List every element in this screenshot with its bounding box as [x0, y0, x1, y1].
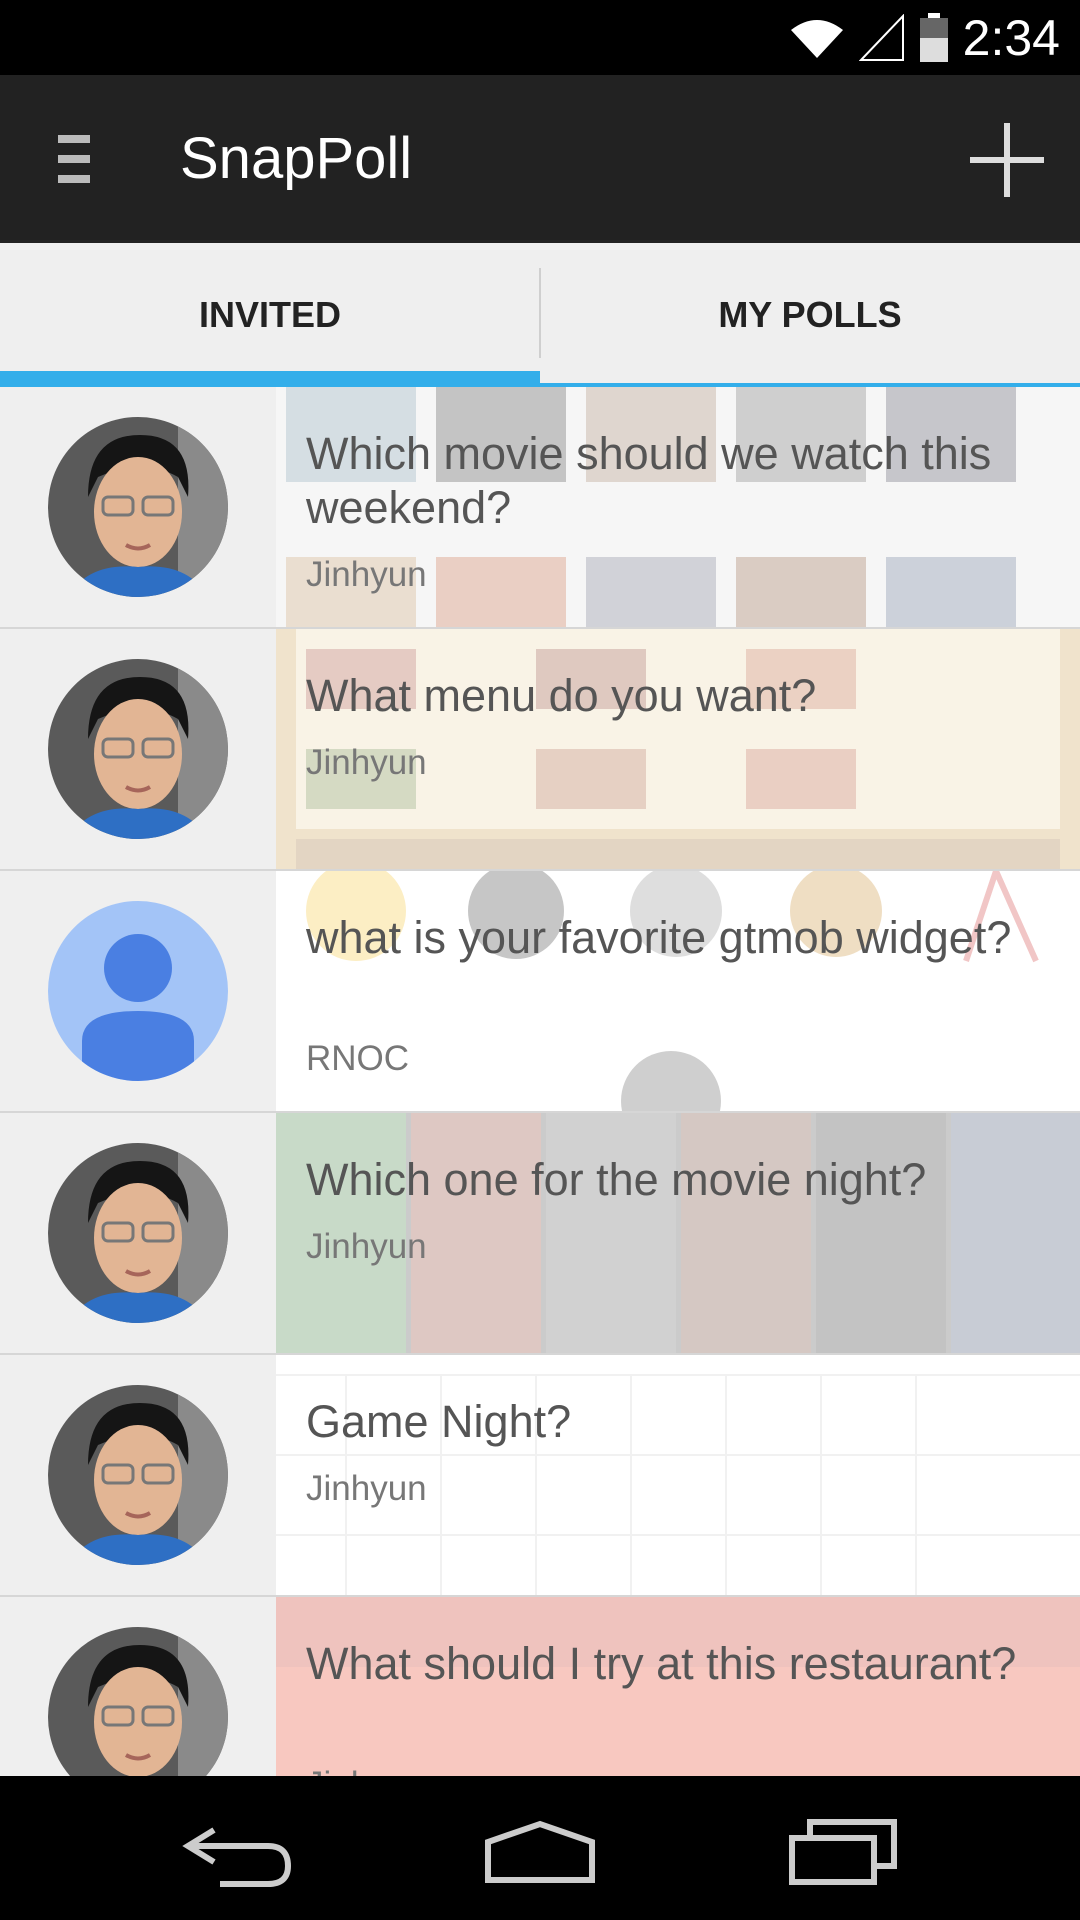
add-icon[interactable] [970, 123, 1044, 197]
poll-question: Game Night? [306, 1396, 572, 1447]
poll-question: what is your favorite gtmob widget? [306, 912, 1012, 963]
status-bar: 2:34 [0, 0, 1080, 75]
avatar [48, 659, 228, 839]
navigation-bar [0, 1776, 1080, 1920]
tab-my-polls[interactable]: MY POLLS [540, 243, 1080, 387]
poll-item[interactable]: What menu do you want? Jinhyun [0, 629, 1080, 871]
recents-icon[interactable] [784, 1806, 904, 1890]
avatar [48, 417, 228, 597]
poll-item[interactable]: Game Night? Jinhyun [0, 1355, 1080, 1597]
status-time: 2:34 [962, 9, 1060, 66]
avatar [48, 1143, 228, 1323]
tab-my-polls-label: MY POLLS [718, 294, 902, 335]
poll-question: What menu do you want? [306, 670, 817, 721]
poll-author: RNOC [306, 1039, 410, 1078]
signal-icon [858, 13, 904, 61]
poll-question: What should I try at this restaurant? [306, 1638, 1017, 1689]
tab-invited[interactable]: INVITED [0, 243, 540, 387]
poll-author: Jinhyun [306, 1227, 427, 1266]
poll-author: Jinhyun [306, 743, 427, 782]
poll-author: Jinhyun [306, 555, 427, 594]
poll-item[interactable]: What should I try at this restaurant? Ji… [0, 1597, 1080, 1776]
poll-question: Which one for the movie night? [306, 1154, 927, 1205]
menu-icon[interactable] [58, 135, 90, 183]
poll-list[interactable]: Which movie should we watch this weekend… [0, 387, 1080, 1776]
poll-question: Which movie should we watch this weekend… [306, 428, 992, 533]
poll-author: Jinhyun [306, 1765, 427, 1776]
poll-author: Jinhyun [306, 1469, 427, 1508]
tab-bar: INVITED MY POLLS [0, 243, 1080, 387]
poll-item[interactable]: Which one for the movie night? Jinhyun [0, 1113, 1080, 1355]
home-icon[interactable] [480, 1806, 600, 1890]
app-title: SnapPoll [180, 126, 413, 191]
poll-item[interactable]: what is your favorite gtmob widget? RNOC [0, 871, 1080, 1113]
default-avatar-icon [48, 901, 228, 1081]
back-icon[interactable] [180, 1806, 300, 1890]
avatar [48, 1385, 228, 1565]
poll-item[interactable]: Which movie should we watch this weekend… [0, 387, 1080, 629]
battery-icon [919, 12, 948, 62]
app-bar: SnapPoll [0, 75, 1080, 243]
tab-invited-label: INVITED [198, 294, 341, 335]
wifi-icon [790, 19, 843, 58]
selected-tab-indicator [0, 371, 540, 387]
